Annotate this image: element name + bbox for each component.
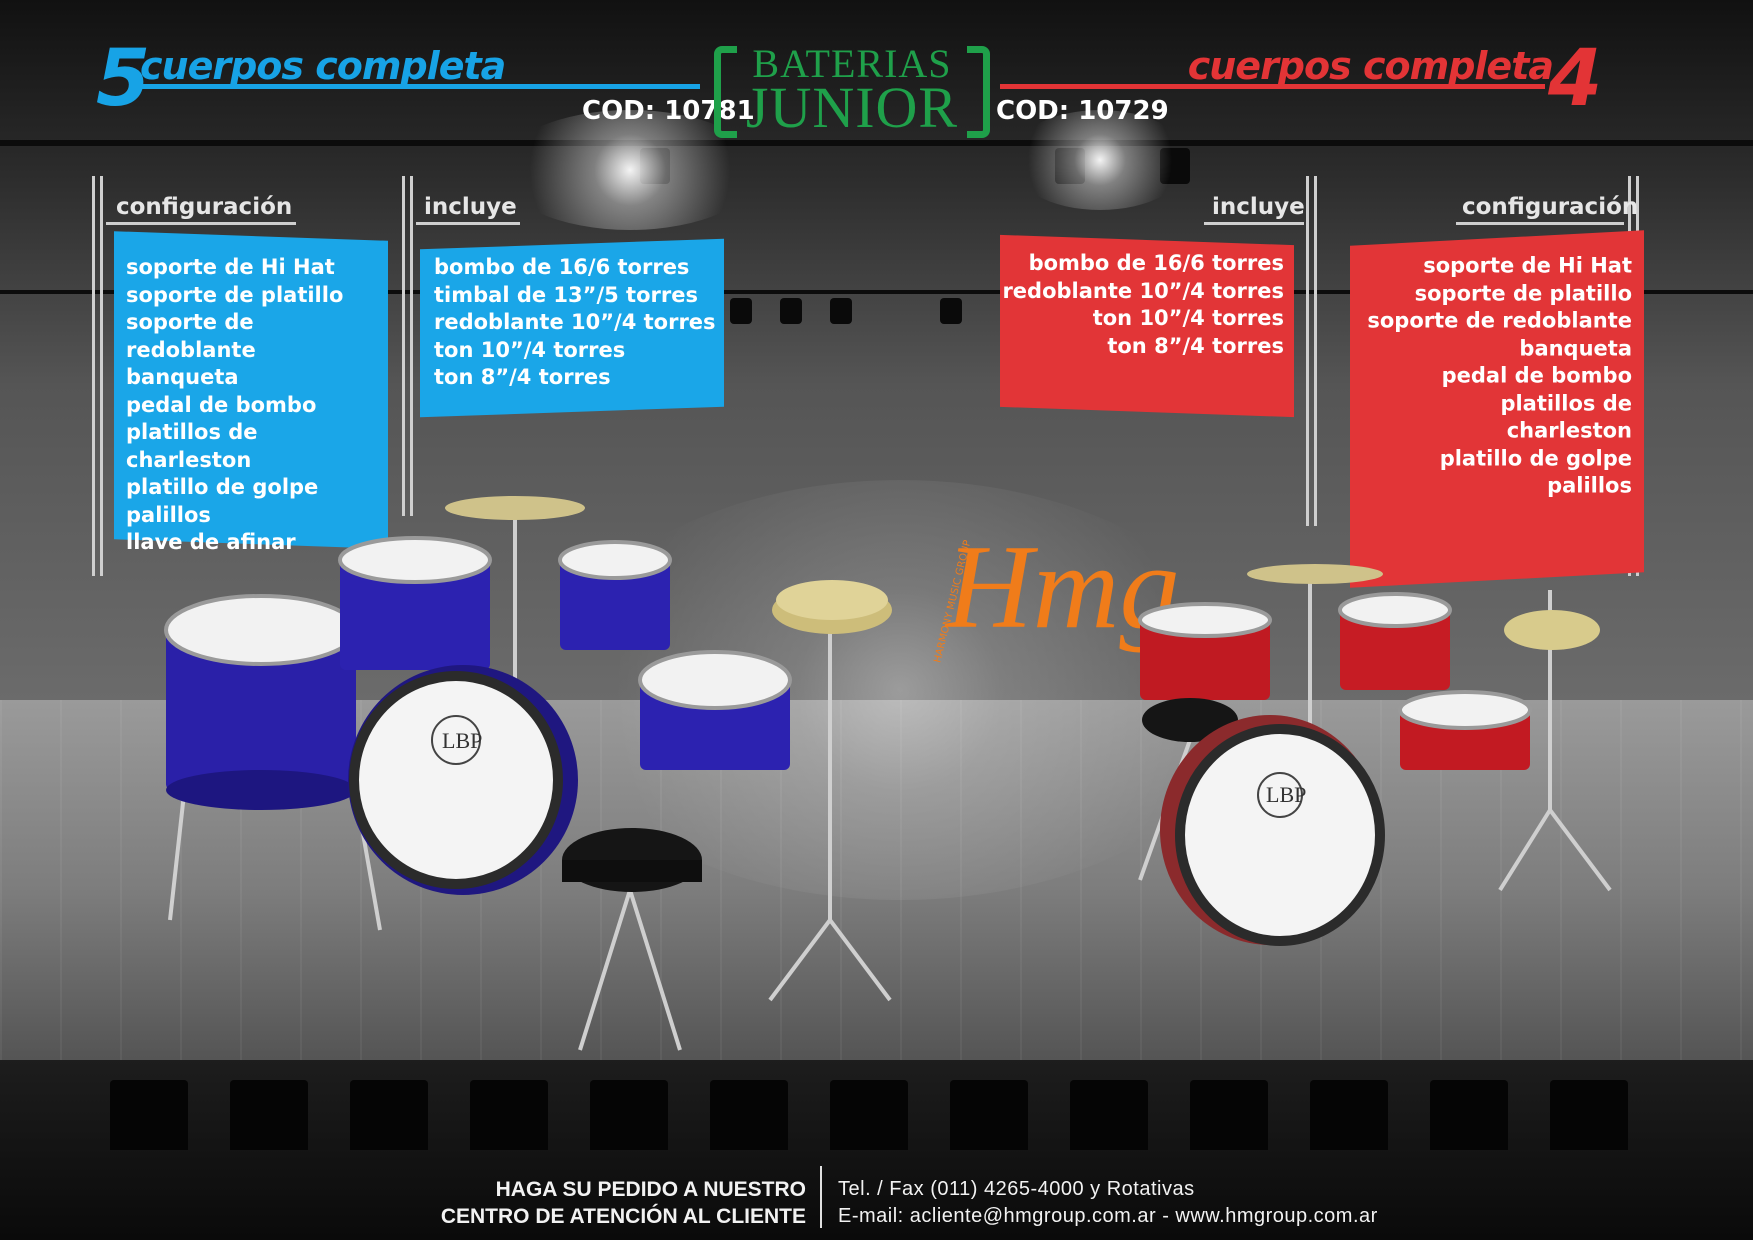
frame-line [106, 222, 296, 225]
frame-line [1456, 222, 1624, 225]
seat [230, 1080, 308, 1150]
brand-bracket-right [967, 46, 990, 138]
seat [110, 1080, 188, 1150]
stage-light [830, 298, 852, 324]
includes-item: bombo de 16/6 torres [1028, 250, 1284, 275]
bass-drum [1160, 715, 1385, 946]
right-includes-list: bombo de 16/6 torres redoblante 10”/4 tor… [1000, 250, 1284, 360]
rack-tom-13 [338, 536, 492, 670]
right-config-list: soporte de Hi Hat soporte de platillo sopo… [1350, 252, 1632, 500]
seat [830, 1080, 908, 1150]
includes-item: ton 10”/4 torres [434, 337, 626, 362]
seat [1430, 1080, 1508, 1150]
config-item: soporte de Hi Hat [1423, 253, 1632, 278]
brand-line2: JUNIOR [745, 75, 959, 140]
right-includes-label: incluye [1212, 194, 1305, 220]
right-includes-panel: bombo de 16/6 torres redoblante 10”/4 tor… [1000, 234, 1294, 418]
left-includes-panel: bombo de 16/6 torres timbal de 13”/5 torr… [420, 238, 724, 418]
rack-tom-8 [1338, 592, 1452, 690]
hihat-cymbal [1504, 610, 1600, 650]
right-kit-title: cuerpos completa [1187, 44, 1554, 88]
includes-item: redoblante 10”/4 torres [434, 309, 716, 334]
config-item: platillo de golpe [1439, 445, 1632, 470]
left-title-underline [140, 84, 700, 89]
brand-logo: BATERIAS JUNIOR [714, 40, 990, 140]
footer-contact: Tel. / Fax (011) 4265-4000 y Rotativas E… [838, 1176, 1378, 1230]
right-kit-code: COD: 10729 [996, 96, 1169, 126]
left-bass-drum-badge: LBP [442, 728, 483, 753]
config-item: soporte de platillo [126, 282, 344, 307]
left-kit-title: cuerpos completa [140, 44, 506, 88]
config-item: soporte de platillo [1414, 280, 1632, 305]
seat [350, 1080, 428, 1150]
config-item: banqueta [1519, 335, 1632, 360]
includes-item: timbal de 13”/5 torres [434, 282, 698, 307]
right-bass-drum-badge: LBP [1266, 782, 1307, 807]
config-item: palillos [1547, 473, 1632, 498]
left-includes-list: bombo de 16/6 torres timbal de 13”/5 torr… [434, 254, 724, 392]
seat [710, 1080, 788, 1150]
floor-tom [164, 594, 358, 810]
right-kit-number: 4 [1548, 34, 1603, 124]
includes-item: redoblante 10”/4 torres [1002, 278, 1284, 303]
stage-light [940, 298, 962, 324]
seat [1550, 1080, 1628, 1150]
config-item: soporte de Hi Hat [126, 255, 335, 280]
frame-line [1204, 222, 1304, 225]
includes-item: ton 10”/4 torres [1092, 305, 1284, 330]
blue-drum-kit-image [164, 496, 892, 1051]
footer-email-web[interactable]: E-mail: acliente@hmgroup.com.ar - www.hm… [838, 1203, 1378, 1230]
right-config-label: configuración [1462, 194, 1639, 220]
snare-drum [1398, 690, 1532, 770]
hihat-cymbal [445, 496, 585, 520]
seat [1070, 1080, 1148, 1150]
drum-stool [562, 828, 702, 892]
seat [1190, 1080, 1268, 1150]
stage-light [780, 298, 802, 324]
frame-line [402, 176, 405, 516]
footer-cta-line2: CENTRO DE ATENCIÓN AL CLIENTE [440, 1205, 806, 1228]
footer-phone: Tel. / Fax (011) 4265-4000 y Rotativas [838, 1178, 1195, 1200]
snare-drum [638, 650, 792, 770]
right-config-panel: soporte de Hi Hat soporte de platillo sopo… [1350, 230, 1644, 588]
includes-item: ton 8”/4 torres [1107, 333, 1284, 358]
footer-divider [820, 1166, 822, 1228]
config-item: soporte de redoblante [1367, 308, 1632, 333]
red-drum-kit-image [1138, 564, 1612, 946]
config-item: charleston [1506, 418, 1632, 443]
bass-drum [348, 665, 578, 895]
ride-cymbal-bell [776, 580, 888, 620]
frame-line [410, 176, 413, 516]
left-includes-label: incluye [424, 194, 517, 220]
frame-line [416, 222, 520, 225]
config-item: soporte de redoblante [126, 310, 256, 362]
config-item: platillos de [1500, 390, 1632, 415]
frame-line [1314, 176, 1317, 526]
seat [590, 1080, 668, 1150]
footer-call-to-action: HAGA SU PEDIDO A NUESTRO CENTRO DE ATENC… [380, 1176, 806, 1230]
config-item: pedal de bombo [1441, 363, 1632, 388]
seat [1310, 1080, 1388, 1150]
seat [950, 1080, 1028, 1150]
rack-tom-10 [1138, 602, 1272, 700]
frame-line [92, 176, 95, 576]
includes-item: ton 8”/4 torres [434, 364, 611, 389]
includes-item: bombo de 16/6 torres [434, 254, 690, 279]
stage-light [730, 298, 752, 324]
footer-cta-line1: HAGA SU PEDIDO A NUESTRO [495, 1178, 806, 1201]
config-item: banqueta [126, 365, 239, 390]
config-item: pedal de bombo [126, 392, 317, 417]
rack-tom-10 [558, 540, 672, 650]
config-item: platillos de charleston [126, 420, 258, 472]
left-config-label: configuración [116, 194, 293, 220]
hmg-logo: HARMONY MUSIC GROUP Hmg [930, 500, 1179, 680]
seat [470, 1080, 548, 1150]
frame-line [1306, 176, 1309, 526]
crash-cymbal [1247, 564, 1383, 584]
frame-line [100, 176, 103, 576]
